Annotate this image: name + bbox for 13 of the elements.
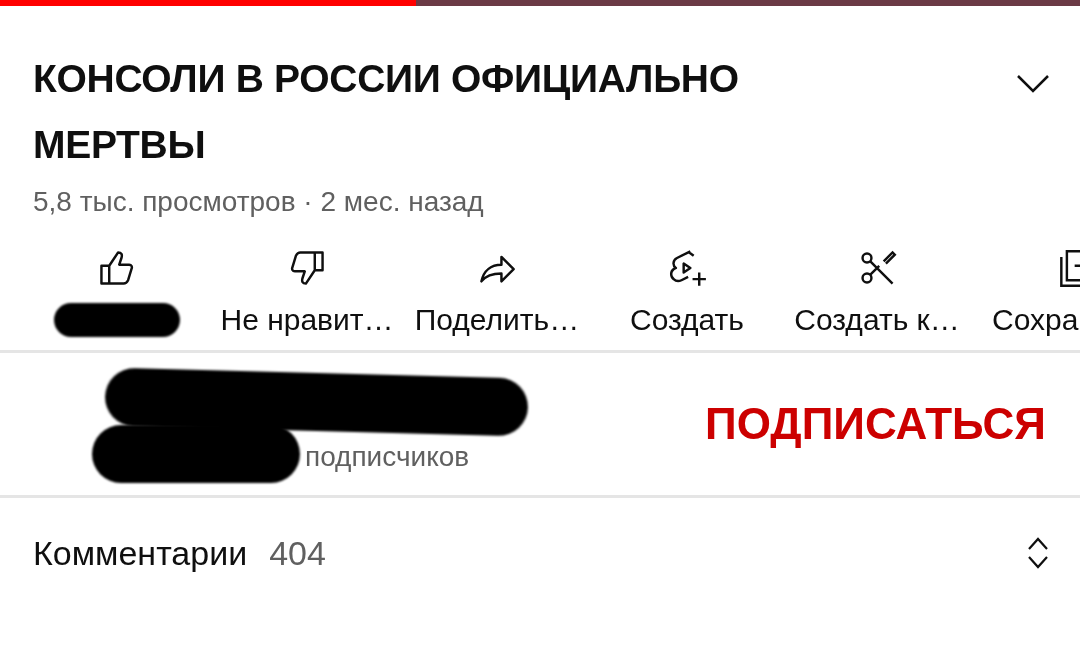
action-label[interactable]: Не нравит… xyxy=(220,300,394,340)
video-meta: 5,8 тыс. просмотров · 2 мес. назад xyxy=(32,185,485,218)
action-label[interactable]: Поделить… xyxy=(414,300,580,340)
video-title: КОНСОЛИ В РОССИИ ОФИЦИАЛЬНО МЕРТВЫ xyxy=(33,56,740,168)
action-label[interactable]: Создать к… xyxy=(794,300,960,340)
create-icon[interactable] xyxy=(667,248,707,288)
subscriber-count: подписчиков xyxy=(305,441,470,473)
action-label[interactable]: Создать xyxy=(630,300,744,340)
subscribe-button[interactable]: ПОДПИСАТЬСЯ xyxy=(705,399,1046,449)
chevron-icon[interactable] xyxy=(1016,74,1050,94)
comments-count: 404 xyxy=(269,533,327,573)
action-label[interactable]: Сохра xyxy=(972,300,1079,340)
comments-label[interactable]: Комментарии xyxy=(33,533,248,573)
